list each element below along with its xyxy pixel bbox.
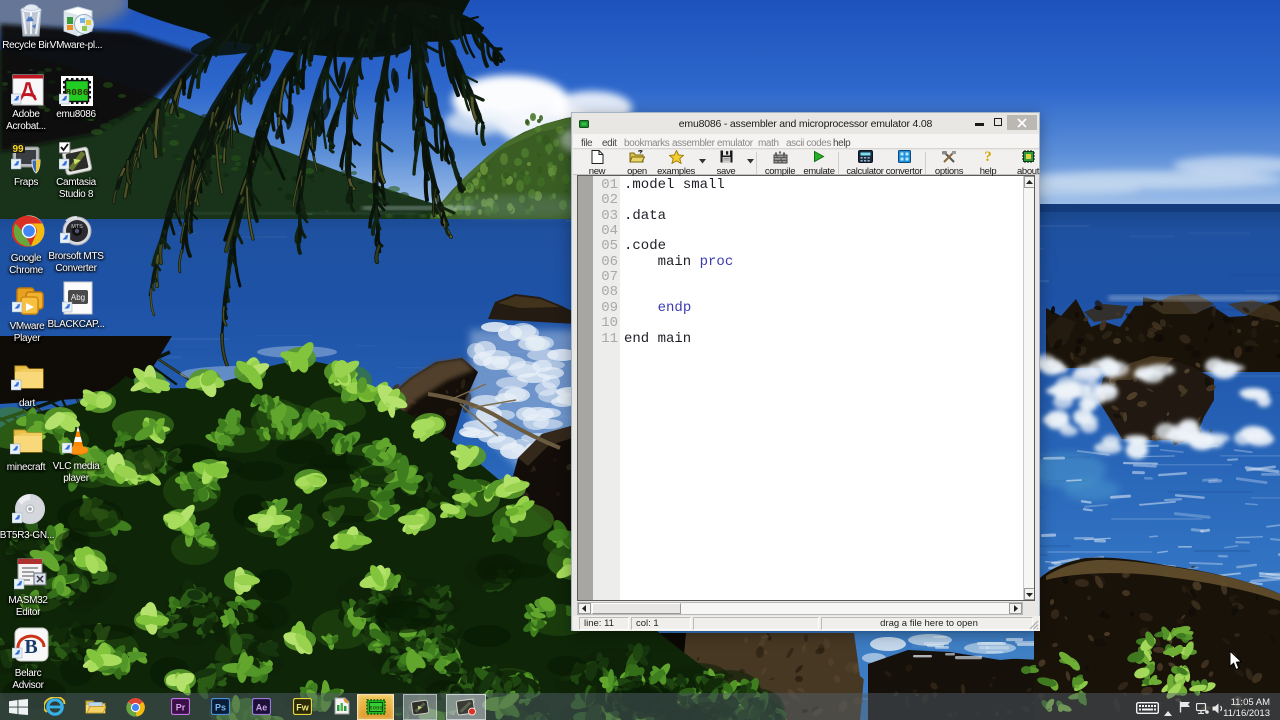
svg-text:Ae: Ae [256,703,268,713]
svg-text:B: B [24,636,37,658]
svg-text:Pr: Pr [176,703,186,713]
svg-text:?: ? [984,150,992,164]
svg-text:Ps: Ps [215,703,226,713]
svg-text:8086: 8086 [369,705,382,712]
svg-text:Fw: Fw [296,703,309,713]
